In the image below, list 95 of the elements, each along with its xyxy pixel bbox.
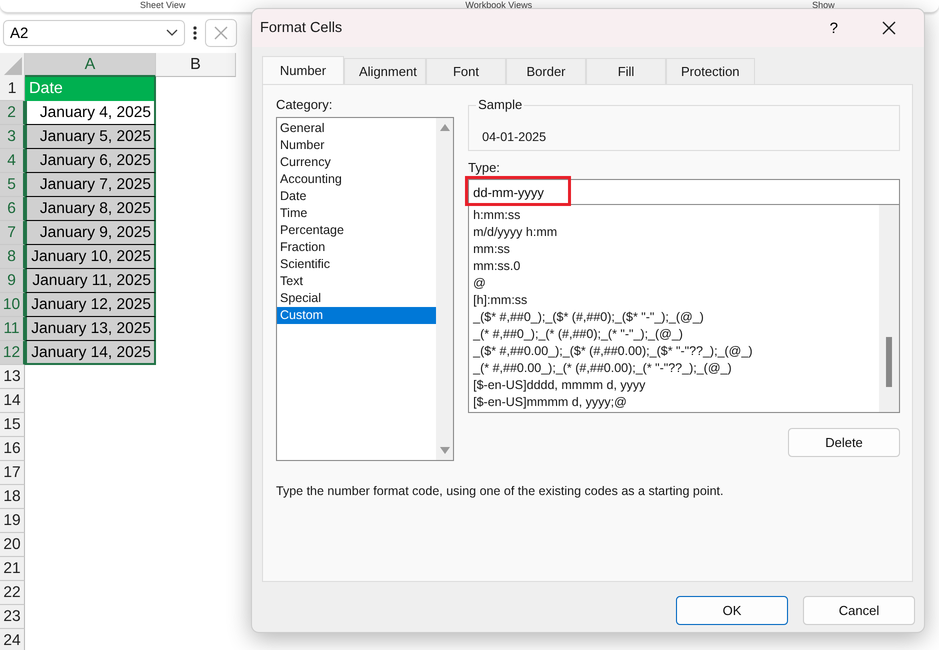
category-item[interactable]: Currency <box>277 154 436 171</box>
scrollbar[interactable] <box>436 118 454 460</box>
row-header[interactable]: 21 <box>0 557 25 581</box>
format-item[interactable]: @ <box>473 275 879 292</box>
type-label: Type: <box>468 160 501 175</box>
scrollbar-thumb[interactable] <box>886 337 892 387</box>
row-header[interactable]: 1 <box>0 77 25 101</box>
tab[interactable]: Protection <box>666 58 755 84</box>
dialog-button[interactable]: Cancel <box>803 596 915 625</box>
ribbon-group-label: Sheet View <box>140 0 186 12</box>
sample-value: 04-01-2025 <box>482 130 546 144</box>
cancel-entry-button[interactable] <box>205 19 237 47</box>
row-header[interactable]: 17 <box>0 461 25 485</box>
format-item[interactable]: [$-en-US]dddd, mmmm d, yyyy <box>473 377 879 394</box>
dialog-title: Format Cells <box>260 20 344 36</box>
triangle-icon <box>4 57 22 75</box>
row-header[interactable]: 5 <box>0 173 25 197</box>
format-item[interactable]: _($* #,##0_);_($* (#,##0);_($* "-"_);_(@_) <box>473 309 879 326</box>
row-header[interactable]: 19 <box>0 509 25 533</box>
select-all-corner[interactable] <box>0 53 25 77</box>
sample-label: Sample <box>476 97 524 112</box>
ribbon-group-label: Show <box>812 0 835 12</box>
row-header[interactable]: 23 <box>0 605 25 629</box>
row-header[interactable]: 7 <box>0 221 25 245</box>
table-cell: January 5, 2025 <box>25 125 156 149</box>
format-item[interactable]: [h]:mm:ss <box>473 292 879 309</box>
category-item[interactable]: Special <box>277 290 436 307</box>
tab[interactable]: Alignment <box>344 58 426 84</box>
dialog-button[interactable]: OK <box>676 596 788 625</box>
table-cell: January 4, 2025 <box>25 101 156 125</box>
row-header[interactable]: 20 <box>0 533 25 557</box>
row-header[interactable]: 6 <box>0 197 25 221</box>
row-header[interactable]: 2 <box>0 101 25 125</box>
close-icon <box>882 21 896 35</box>
row-header[interactable]: 22 <box>0 581 25 605</box>
category-item[interactable]: Text <box>277 273 436 290</box>
table-cell: January 10, 2025 <box>25 245 156 269</box>
row-header[interactable]: 8 <box>0 245 25 269</box>
column-header[interactable]: B <box>156 53 236 77</box>
row-header[interactable]: 24 <box>0 629 25 650</box>
row-header[interactable]: 16 <box>0 437 25 461</box>
row-header[interactable]: 3 <box>0 125 25 149</box>
ribbon-group-label: Workbook Views <box>465 0 532 12</box>
table-cell: January 9, 2025 <box>25 221 156 245</box>
row-header[interactable]: 9 <box>0 269 25 293</box>
tab[interactable]: Fill <box>586 58 666 84</box>
format-item[interactable]: _(* #,##0_);_(* (#,##0);_(* "-"_);_(@_) <box>473 326 879 343</box>
scrollbar[interactable] <box>879 205 899 412</box>
table-cell: January 8, 2025 <box>25 197 156 221</box>
row-header[interactable]: 12 <box>0 341 25 365</box>
table-cell: January 13, 2025 <box>25 317 156 341</box>
category-label: Category: <box>276 97 334 112</box>
category-item[interactable]: Date <box>277 188 436 205</box>
table-cell: January 11, 2025 <box>25 269 156 293</box>
table-cell: January 7, 2025 <box>25 173 156 197</box>
category-item[interactable]: General <box>277 120 436 137</box>
format-item[interactable]: mm:ss.0 <box>473 258 879 275</box>
row-header[interactable]: 15 <box>0 413 25 437</box>
format-item[interactable]: _($* #,##0.00_);_($* (#,##0.00);_($* "-"??_);_(@_) <box>473 343 879 360</box>
tab[interactable]: Border <box>506 58 586 84</box>
table-cell: January 12, 2025 <box>25 293 156 317</box>
format-item[interactable]: [$-en-US]mmmm d, yyyy;@ <box>473 394 879 411</box>
table-cell: January 6, 2025 <box>25 149 156 173</box>
format-item[interactable]: _(* #,##0.00_);_(* (#,##0.00);_(* "-"??_);_(@_) <box>473 360 879 377</box>
category-item[interactable]: Percentage <box>277 222 436 239</box>
description-text: Type the number format code, using one of the existing codes as a starting point. <box>276 484 724 498</box>
chevron-down-icon <box>166 29 178 37</box>
row-header[interactable]: 13 <box>0 365 25 389</box>
help-button[interactable]: ? <box>826 16 842 40</box>
tab[interactable]: Number <box>262 56 344 84</box>
delete-button[interactable]: Delete <box>788 428 900 457</box>
table-cell: January 14, 2025 <box>25 341 156 365</box>
row-header[interactable]: 10 <box>0 293 25 317</box>
type-input-field[interactable]: dd-mm-yyyy <box>468 179 900 205</box>
category-item[interactable]: Number <box>277 137 436 154</box>
scroll-up-icon[interactable] <box>440 124 450 131</box>
row-header[interactable]: 18 <box>0 485 25 509</box>
category-item[interactable]: Scientific <box>277 256 436 273</box>
category-item[interactable]: Accounting <box>277 171 436 188</box>
format-item[interactable]: mm:ss <box>473 241 879 258</box>
more-options-icon[interactable] <box>193 26 197 40</box>
name-box[interactable]: A2 <box>3 20 185 46</box>
header-cell: Date <box>25 77 156 101</box>
row-header[interactable]: 11 <box>0 317 25 341</box>
scroll-down-icon[interactable] <box>440 447 450 454</box>
close-icon <box>214 26 228 40</box>
row-header[interactable]: 14 <box>0 389 25 413</box>
column-header[interactable]: A <box>25 53 156 77</box>
tab[interactable]: Font <box>426 58 506 84</box>
row-header[interactable]: 4 <box>0 149 25 173</box>
format-item[interactable]: h:mm:ss <box>473 207 879 224</box>
category-item[interactable]: Fraction <box>277 239 436 256</box>
category-item[interactable]: Time <box>277 205 436 222</box>
category-item[interactable]: Custom <box>277 307 436 324</box>
format-item[interactable]: m/d/yyyy h:mm <box>473 224 879 241</box>
